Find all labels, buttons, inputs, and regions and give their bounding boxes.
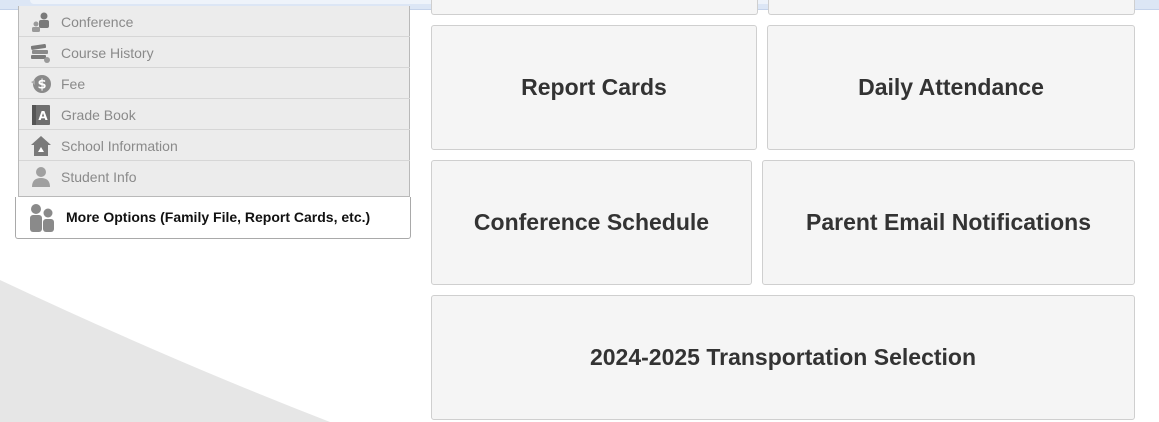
sidebar-item-conference[interactable]: Conference <box>19 6 410 37</box>
sidebar-item-label: School Information <box>61 138 178 154</box>
sidebar-menu: Conference Course History $ Fee A Grade … <box>18 6 410 197</box>
tile-label: Parent Email Notifications <box>805 209 1091 235</box>
sidebar-item-student-info[interactable]: Student Info <box>19 161 410 192</box>
sidebar-item-school-information[interactable]: School Information <box>19 130 410 161</box>
sidebar-item-label: Fee <box>61 76 86 92</box>
tile-label: Daily Attendance <box>858 74 1044 100</box>
tile-label: Report Cards <box>521 74 667 100</box>
tile-partial-right[interactable] <box>768 0 1135 15</box>
family-icon <box>30 204 54 232</box>
tile-partial-left[interactable] <box>431 0 758 15</box>
svg-text:$: $ <box>37 78 46 93</box>
tile-label: 2024-2025 Transportation Selection <box>589 344 977 370</box>
tile-transportation-selection[interactable]: 2024-2025 Transportation Selection <box>431 295 1135 420</box>
more-options-button[interactable]: More Options (Family File, Report Cards,… <box>15 197 411 239</box>
tile-parent-email-notifications[interactable]: Parent Email Notifications <box>762 160 1135 285</box>
sidebar-item-label: Grade Book <box>61 107 136 123</box>
school-house-icon <box>31 136 51 156</box>
sidebar-item-fee[interactable]: $ Fee <box>19 68 410 99</box>
tile-daily-attendance[interactable]: Daily Attendance <box>767 25 1135 150</box>
sidebar-item-course-history[interactable]: Course History <box>19 37 410 68</box>
sidebar-item-label: Student Info <box>61 169 137 185</box>
fee-dollar-icon: $ <box>31 75 51 93</box>
tile-conference-schedule[interactable]: Conference Schedule <box>431 160 752 285</box>
sidebar-item-label: Course History <box>61 45 154 61</box>
student-icon <box>32 167 50 187</box>
sidebar-item-grade-book[interactable]: A Grade Book <box>19 99 410 130</box>
tile-label: Conference Schedule <box>473 209 710 235</box>
background-swoosh <box>0 280 330 422</box>
gradebook-icon: A <box>32 105 50 125</box>
more-options-label: More Options (Family File, Report Cards,… <box>66 209 371 225</box>
tile-report-cards[interactable]: Report Cards <box>431 25 757 150</box>
svg-text:A: A <box>38 109 48 123</box>
books-icon <box>30 44 50 63</box>
sidebar-item-label: Conference <box>61 14 134 30</box>
conference-icon <box>32 12 49 32</box>
